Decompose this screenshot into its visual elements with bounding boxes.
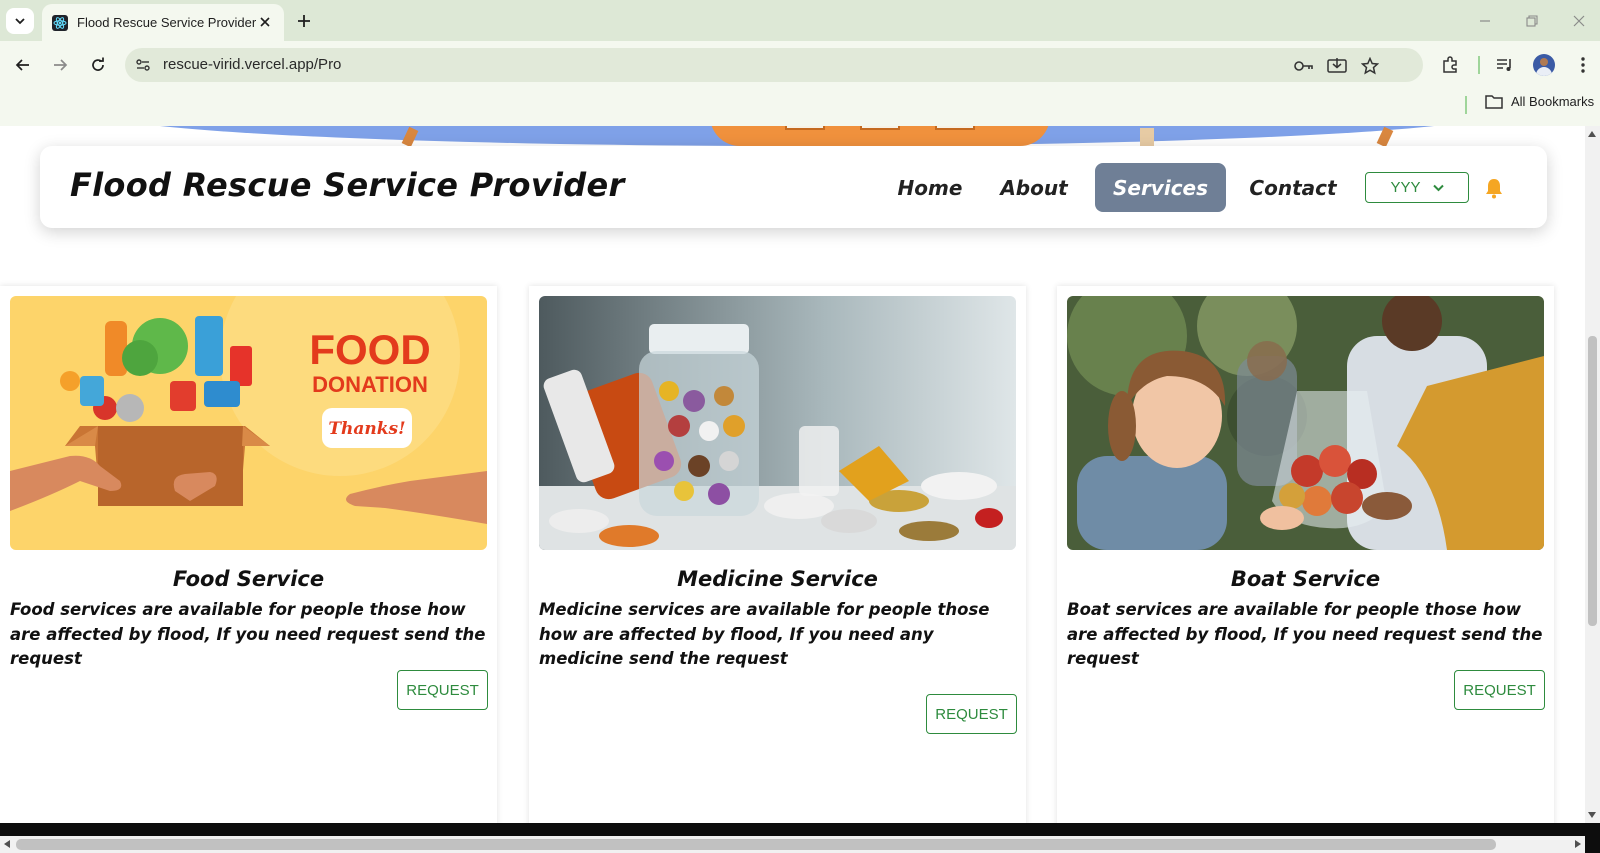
forward-button[interactable]: [47, 52, 73, 78]
language-select[interactable]: YYY: [1365, 172, 1469, 203]
scroll-left-arrow[interactable]: [4, 840, 10, 848]
food-image-note: Thanks!: [328, 419, 405, 439]
react-icon: [52, 14, 68, 31]
back-button[interactable]: [10, 52, 36, 78]
site-info-icon[interactable]: [133, 55, 153, 75]
food-image-text-line2: DONATION: [312, 372, 428, 397]
nav-services[interactable]: Services: [1095, 163, 1226, 212]
toolbar-divider: [1478, 56, 1480, 74]
bookmarks-bar: All Bookmarks: [0, 88, 1600, 126]
reload-icon: [92, 57, 104, 71]
food-donation-image: FOOD DONATION Thanks!: [10, 296, 487, 550]
tab-close-button[interactable]: [256, 13, 274, 31]
all-bookmarks-button[interactable]: All Bookmarks: [1485, 94, 1594, 109]
service-title: Food Service: [172, 567, 325, 591]
restore-icon: [1526, 15, 1538, 27]
minimize-icon: [1480, 20, 1490, 22]
plus-icon: [298, 15, 310, 27]
folder-icon: [1485, 95, 1503, 109]
restore-button[interactable]: [1520, 9, 1544, 33]
all-bookmarks-label: All Bookmarks: [1511, 94, 1595, 109]
arrow-right-icon: [54, 59, 68, 71]
password-key-icon[interactable]: [1293, 55, 1315, 77]
chevron-down-icon: [1432, 184, 1444, 192]
extensions-puzzle-icon[interactable]: [1437, 52, 1463, 78]
browser-toolbar: rescue-virid.vercel.app/Pro: [0, 41, 1600, 88]
tab-title: Flood Rescue Service Provider: [77, 15, 257, 30]
scroll-up-arrow[interactable]: [1588, 131, 1596, 137]
service-card-medicine: Medicine Service Medicine services are a…: [529, 286, 1026, 823]
bookmarks-divider: [1465, 96, 1467, 114]
bookmark-star-icon[interactable]: [1359, 55, 1381, 77]
install-app-icon[interactable]: [1326, 55, 1348, 77]
service-description: Food services are available for people t…: [10, 600, 486, 668]
service-description: Medicine services are available for peop…: [539, 600, 990, 668]
request-button[interactable]: REQUEST: [1454, 670, 1545, 710]
nav-home[interactable]: Home: [874, 163, 986, 212]
food-image-text-line1: FOOD: [309, 326, 430, 373]
site-brand-title[interactable]: Flood Rescue Service Provider: [70, 166, 625, 204]
browser-tab[interactable]: Flood Rescue Service Provider: [42, 4, 284, 41]
new-tab-button[interactable]: [292, 9, 316, 33]
site-navbar: Flood Rescue Service Provider Home About…: [40, 146, 1547, 228]
service-description: Boat services are available for people t…: [1067, 600, 1543, 668]
language-select-value: YYY: [1390, 179, 1421, 196]
horizontal-scrollbar[interactable]: [0, 823, 1600, 853]
horizontal-scroll-thumb[interactable]: [16, 839, 1496, 850]
request-button[interactable]: REQUEST: [397, 670, 488, 710]
reload-button[interactable]: [85, 52, 111, 78]
media-playlist-icon[interactable]: [1492, 52, 1518, 78]
more-options-icon[interactable]: [1570, 52, 1596, 78]
nav-about[interactable]: About: [978, 163, 1090, 212]
bell-icon[interactable]: [1483, 177, 1505, 199]
service-title: Boat Service: [1230, 567, 1381, 591]
vertical-scroll-thumb[interactable]: [1588, 336, 1597, 626]
vertical-scrollbar[interactable]: [1585, 126, 1600, 823]
window-close-button[interactable]: [1567, 9, 1591, 33]
service-card-boat: Boat Service Boat services are available…: [1057, 286, 1554, 823]
service-title: Medicine Service: [677, 567, 878, 591]
address-bar[interactable]: rescue-virid.vercel.app/Pro: [125, 48, 1423, 82]
browser-tab-strip: Flood Rescue Service Provider: [0, 0, 1600, 41]
minimize-button[interactable]: [1473, 9, 1497, 33]
request-button[interactable]: REQUEST: [926, 694, 1017, 734]
page-viewport: Flood Rescue Service Provider Home About…: [0, 126, 1585, 823]
service-card-food: FOOD DONATION Thanks! Food Service Food …: [0, 286, 497, 823]
medicine-pills-image: [539, 296, 1016, 550]
hero-image-fragment: [0, 126, 1585, 146]
close-icon: [1573, 15, 1585, 27]
boat-service-image: [1067, 296, 1544, 550]
close-icon: [260, 17, 270, 27]
nav-contact[interactable]: Contact: [1237, 163, 1349, 212]
arrow-left-icon: [15, 59, 29, 71]
scroll-down-arrow[interactable]: [1588, 812, 1596, 818]
scroll-right-arrow[interactable]: [1575, 840, 1581, 848]
profile-avatar[interactable]: [1533, 54, 1555, 76]
tab-search-button[interactable]: [6, 8, 34, 34]
chevron-down-icon: [15, 18, 25, 25]
url-text[interactable]: rescue-virid.vercel.app/Pro: [163, 56, 341, 73]
